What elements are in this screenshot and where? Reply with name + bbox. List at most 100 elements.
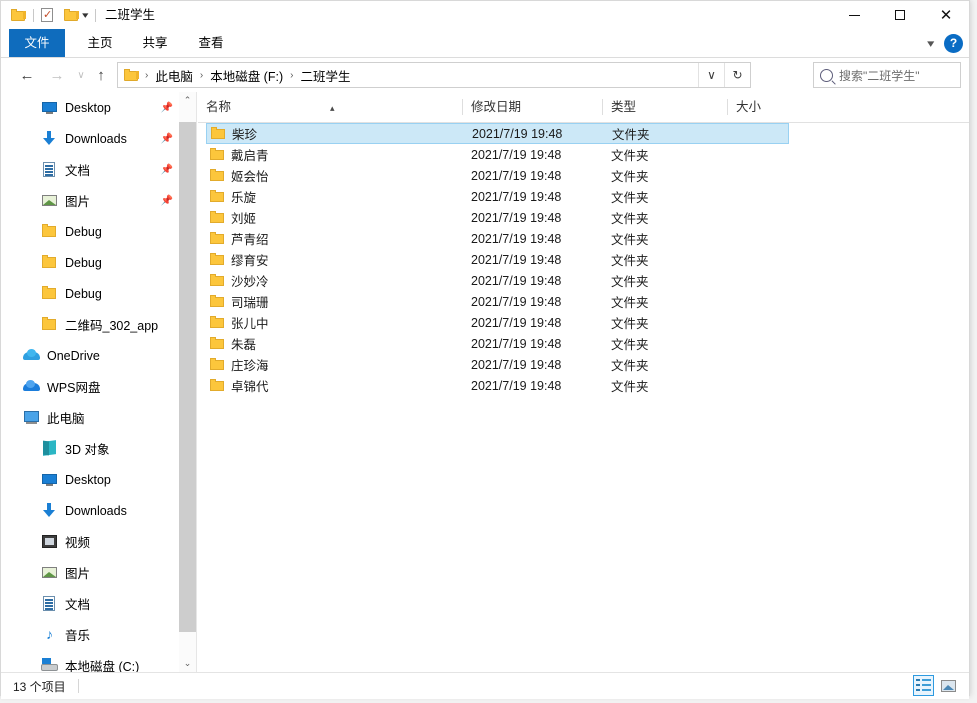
table-row[interactable]: 卓锦代 2021/7/19 19:48 文件夹 <box>206 375 789 396</box>
pictures-icon <box>41 192 58 209</box>
sidebar-item-8[interactable]: OneDrive <box>1 340 179 371</box>
sidebar-item-14[interactable]: 视频 <box>1 526 179 557</box>
cell-modified: 2021/7/19 19:48 <box>471 231 562 246</box>
folder-icon <box>210 316 225 329</box>
forward-button[interactable]: → <box>45 63 69 87</box>
refresh-button[interactable]: ↻ <box>724 63 750 87</box>
breadcrumb-item-this-pc[interactable]: 此电脑 <box>152 66 196 85</box>
sort-ascending-icon: ▴ <box>330 103 335 113</box>
folder-icon <box>210 211 225 224</box>
cell-modified: 2021/7/19 19:48 <box>471 210 562 225</box>
sidebar-scroll-up-icon[interactable]: ⌃ <box>179 92 196 109</box>
status-divider <box>77 679 79 693</box>
tab-home[interactable]: 主页 <box>73 29 127 57</box>
table-row[interactable]: 沙妙冷 2021/7/19 19:48 文件夹 <box>206 270 789 291</box>
column-header-type[interactable]: 类型 <box>603 92 728 122</box>
pin-icon[interactable]: 📌 <box>161 133 173 144</box>
breadcrumb-item-current-folder[interactable]: 二班学生 <box>297 66 353 85</box>
sidebar-item-16[interactable]: 文档 <box>1 588 179 619</box>
cell-type: 文件夹 <box>612 128 650 142</box>
sidebar-scrollbar[interactable]: ⌃ ⌄ <box>179 92 196 672</box>
pin-icon[interactable]: 📌 <box>161 195 173 206</box>
sidebar-item-label: 图片 <box>65 567 91 581</box>
tab-file[interactable]: 文件 <box>9 29 65 57</box>
cell-modified: 2021/7/19 19:48 <box>471 336 562 351</box>
sidebar-scroll-thumb[interactable] <box>179 122 196 632</box>
help-button[interactable]: ? <box>944 33 963 53</box>
sidebar-item-6[interactable]: Debug <box>1 278 179 309</box>
back-button[interactable]: ← <box>15 63 39 87</box>
folder-icon[interactable] <box>11 9 26 21</box>
search-box[interactable]: 搜索"二班学生" <box>813 62 961 88</box>
tab-share[interactable]: 共享 <box>127 29 183 57</box>
toolbar-divider-2 <box>94 8 96 22</box>
sidebar-item-5[interactable]: Debug <box>1 247 179 278</box>
table-row[interactable]: 柴珍 2021/7/19 19:48 文件夹 <box>206 123 789 144</box>
folder-icon <box>210 232 225 245</box>
navigation-pane: Desktop 📌 Downloads 📌 文档 📌 图片 📌 Debug Debug Debug 二… <box>1 92 197 672</box>
table-row[interactable]: 朱磊 2021/7/19 19:48 文件夹 <box>206 333 789 354</box>
folder-icon <box>211 127 226 140</box>
column-header-modified[interactable]: 修改日期 <box>463 92 603 122</box>
address-bar[interactable]: › 此电脑 › 本地磁盘 (F:) › 二班学生 ∨ ↻ <box>117 62 751 88</box>
toolbar-divider-1 <box>33 8 34 22</box>
table-row[interactable]: 刘姬 2021/7/19 19:48 文件夹 <box>206 207 789 228</box>
chevron-down-icon[interactable]: ▾ <box>82 10 88 21</box>
sidebar-item-10[interactable]: 此电脑 <box>1 402 179 433</box>
breadcrumb-item-drive-f[interactable]: 本地磁盘 (F:) <box>207 66 286 85</box>
table-row[interactable]: 姬会怡 2021/7/19 19:48 文件夹 <box>206 165 789 186</box>
table-row[interactable]: 庄珍海 2021/7/19 19:48 文件夹 <box>206 354 789 375</box>
maximize-button[interactable] <box>877 1 923 29</box>
cell-modified: 2021/7/19 19:48 <box>471 168 562 183</box>
cell-type: 文件夹 <box>611 233 649 247</box>
sidebar-item-12[interactable]: Desktop <box>1 464 179 495</box>
sidebar-item-label: 视频 <box>65 536 91 550</box>
properties-icon[interactable]: ✓ <box>41 7 55 23</box>
sidebar-item-7[interactable]: 二维码_302_app <box>1 309 179 340</box>
table-row[interactable]: 戴启青 2021/7/19 19:48 文件夹 <box>206 144 789 165</box>
sidebar-item-0[interactable]: Desktop 📌 <box>1 92 179 123</box>
table-row[interactable]: 缪育安 2021/7/19 19:48 文件夹 <box>206 249 789 270</box>
sidebar-item-9[interactable]: WPS网盘 <box>1 371 179 402</box>
up-button[interactable]: ↑ <box>89 63 113 87</box>
search-input[interactable]: 搜索"二班学生" <box>839 67 920 84</box>
pin-icon[interactable]: 📌 <box>161 164 173 175</box>
sidebar-item-15[interactable]: 图片 <box>1 557 179 588</box>
desktop-icon <box>41 99 58 116</box>
cell-type: 文件夹 <box>611 296 649 310</box>
table-row[interactable]: 芦青绍 2021/7/19 19:48 文件夹 <box>206 228 789 249</box>
file-rows: 柴珍 2021/7/19 19:48 文件夹 戴启青 2021/7/19 19:48 文件… <box>198 123 969 396</box>
cell-type: 文件夹 <box>611 191 649 205</box>
large-icons-view-button[interactable] <box>938 675 959 696</box>
status-bar: 13 个项目 <box>1 672 969 699</box>
cell-type: 文件夹 <box>611 317 649 331</box>
collapse-ribbon-icon[interactable]: ▾ <box>928 37 935 50</box>
minimize-button[interactable] <box>831 1 877 29</box>
cell-name: 沙妙冷 <box>231 275 269 289</box>
sidebar-item-11[interactable]: 3D 对象 <box>1 433 179 464</box>
sidebar-scroll-down-icon[interactable]: ⌄ <box>179 655 196 672</box>
address-dropdown-button[interactable]: ∨ <box>698 63 724 87</box>
sidebar-item-2[interactable]: 文档 📌 <box>1 154 179 185</box>
details-view-button[interactable] <box>913 675 934 696</box>
sidebar-item-label: 音乐 <box>65 629 91 643</box>
column-header-size[interactable]: 大小 <box>728 92 828 122</box>
navigation-list: Desktop 📌 Downloads 📌 文档 📌 图片 📌 Debug Debug Debug 二… <box>1 92 179 672</box>
column-header-name[interactable]: ▴ 名称 <box>198 92 463 122</box>
sidebar-item-17[interactable]: ♪ 音乐 <box>1 619 179 650</box>
sidebar-item-1[interactable]: Downloads 📌 <box>1 123 179 154</box>
sidebar-item-18[interactable]: 本地磁盘 (C:) <box>1 650 179 672</box>
table-row[interactable]: 张儿中 2021/7/19 19:48 文件夹 <box>206 312 789 333</box>
pin-icon[interactable]: 📌 <box>161 102 173 113</box>
sidebar-item-label: 文档 <box>65 164 91 178</box>
table-row[interactable]: 乐旋 2021/7/19 19:48 文件夹 <box>206 186 789 207</box>
sidebar-item-3[interactable]: 图片 📌 <box>1 185 179 216</box>
tab-view[interactable]: 查看 <box>183 29 239 57</box>
sidebar-item-4[interactable]: Debug <box>1 216 179 247</box>
folder-icon <box>210 274 225 287</box>
new-folder-icon[interactable] <box>64 9 79 21</box>
folder-icon <box>210 337 225 350</box>
sidebar-item-13[interactable]: Downloads <box>1 495 179 526</box>
table-row[interactable]: 司瑞珊 2021/7/19 19:48 文件夹 <box>206 291 789 312</box>
close-button[interactable]: ✕ <box>923 1 969 29</box>
